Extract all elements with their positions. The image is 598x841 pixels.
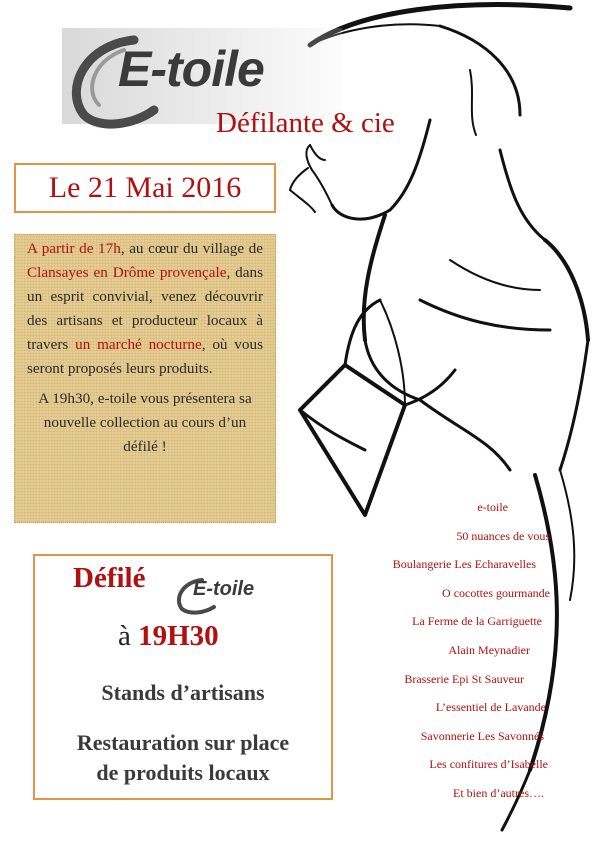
body-text: , au cœur du village de <box>120 240 263 257</box>
description-paragraph: A partir de 17h, au cœur du village de C… <box>27 237 263 381</box>
exhibitor-item: e-toile <box>477 500 508 514</box>
description-show-time: A 19h30, e-toile vous présentera sa nouv… <box>38 390 252 455</box>
logo-text: E-toile <box>118 41 265 97</box>
exhibitor-item: 50 nuances de vous <box>456 528 550 543</box>
logo-subtitle: Défilante & cie <box>216 107 395 139</box>
exhibitor-item: Alain Meynadier <box>448 643 530 657</box>
stands-label: Stands d’artisans <box>101 680 265 705</box>
exhibitor-item: Brasserie Epi St Sauveur <box>404 671 524 686</box>
highlight-text: un marché nocturne <box>75 336 202 353</box>
exhibitor-item: Boulangerie Les Echaravelles <box>392 557 536 572</box>
highlight-text: Clansayes en Drôme provençale <box>27 264 227 281</box>
restaurant-label: Restauration sur place de produits locau… <box>76 730 290 785</box>
exhibitor-item: Et bien d’autres…. <box>453 786 544 800</box>
exhibitor-item: L’essentiel de Lavande <box>435 700 546 715</box>
exhibitor-item: Les confitures d’Isabelle <box>429 757 548 772</box>
exhibitor-item: O cocottes gourmande <box>442 585 550 600</box>
exhibitor-item: La Ferme de la Garriguette <box>412 614 542 629</box>
show-title: Défilé <box>73 562 146 594</box>
exhibitor-item: Savonnerie Les Savonnés <box>420 728 544 743</box>
event-date: Le 21 Mai 2016 <box>14 163 276 213</box>
mini-logo-text: E-toile <box>193 578 255 600</box>
highlight-text: A partir de 17h <box>27 240 121 257</box>
show-time: à 19H30 <box>118 620 219 652</box>
event-description: A partir de 17h, au cœur du village de C… <box>14 234 276 523</box>
